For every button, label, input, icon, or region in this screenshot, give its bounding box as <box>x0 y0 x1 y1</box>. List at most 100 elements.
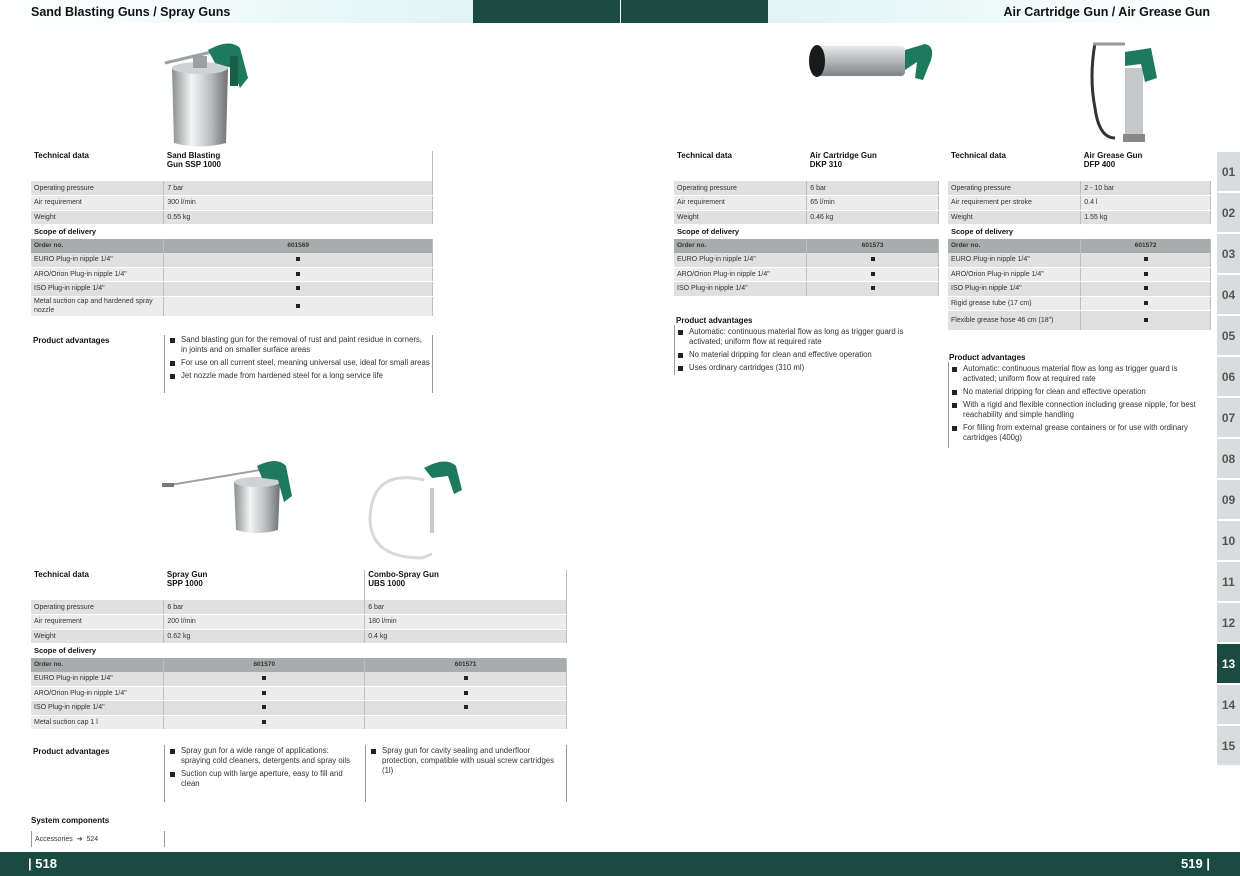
chapter-tab-10[interactable]: 10 <box>1217 521 1240 560</box>
chapter-tab-14[interactable]: 14 <box>1217 685 1240 724</box>
spec-value: 2 - 10 bar <box>1080 181 1211 196</box>
product-advantages-label: Product advantages <box>949 353 1026 362</box>
spec-label: Weight <box>674 210 808 225</box>
chapter-tab-08[interactable]: 08 <box>1217 439 1240 478</box>
product-name-line1: Combo-Spray Gun <box>368 570 439 579</box>
scope-item: ARO/Orion Plug-in nipple 1/4" <box>948 267 1082 282</box>
square-bullet-icon <box>163 296 433 317</box>
tech-data-label: Technical data <box>31 570 164 600</box>
advantage-item: No material dripping for clean and effec… <box>950 387 1208 397</box>
product-name-line1: Air Cartridge Gun <box>809 151 877 160</box>
product-name: Air Grease Gun DFP 400 <box>1080 151 1211 181</box>
scope-label: Scope of delivery <box>948 224 1211 239</box>
divider <box>31 831 32 847</box>
dkp-spec-table: Technical data Air Cartridge Gun DKP 310 … <box>674 151 939 297</box>
chapter-tab-12[interactable]: 12 <box>1217 603 1240 642</box>
header-dark-block <box>473 0 620 23</box>
divider <box>365 745 366 802</box>
divider <box>566 745 567 802</box>
chapter-tab-05[interactable]: 05 <box>1217 316 1240 355</box>
spec-label: Operating pressure <box>31 600 165 615</box>
chapter-tab-04[interactable]: 04 <box>1217 275 1240 314</box>
spec-label: Air requirement <box>31 195 165 211</box>
scope-item: Flexible grease hose 46 cm (18") <box>948 310 1082 331</box>
spec-label: Operating pressure <box>31 181 165 196</box>
page-title-left: Sand Blasting Guns / Spray Guns <box>31 5 231 19</box>
spec-value: 6 bar <box>806 181 939 196</box>
chapter-tab-01[interactable]: 01 <box>1217 152 1240 191</box>
product-name-line2: DFP 400 <box>1083 160 1116 169</box>
accessories-label: Accessories <box>35 836 73 843</box>
square-bullet-icon <box>163 671 366 687</box>
tech-data-label: Technical data <box>31 151 164 181</box>
advantage-item: For use on all current steel, meaning un… <box>168 358 430 368</box>
product-advantages-label: Product advantages <box>676 316 753 325</box>
order-number: 601571 <box>364 657 567 672</box>
product-advantages-label: Product advantages <box>33 336 110 345</box>
square-bullet-icon <box>364 700 567 716</box>
square-bullet-icon <box>806 252 939 268</box>
product-name-line1: Spray Gun <box>166 570 208 579</box>
footer-bar: | 518 519 | <box>0 852 1240 876</box>
spec-value: 0.4 kg <box>364 629 567 644</box>
scope-item: EURO Plug-in nipple 1/4" <box>674 252 808 268</box>
square-bullet-icon <box>1080 267 1211 282</box>
square-bullet-icon <box>1080 281 1211 297</box>
scope-item: Metal suction cap and hardened spray noz… <box>31 296 165 317</box>
advantage-item: No material dripping for clean and effec… <box>676 350 934 360</box>
chapter-tab-15[interactable]: 15 <box>1217 726 1240 765</box>
scope-item: Rigid grease tube (17 cm) <box>948 296 1082 311</box>
chapter-tab-06[interactable]: 06 <box>1217 357 1240 396</box>
spec-label: Weight <box>948 210 1082 225</box>
spec-value: 180 l/min <box>364 614 567 630</box>
divider <box>432 335 433 393</box>
spec-label: Air requirement <box>674 195 808 211</box>
scope-label: Scope of delivery <box>31 643 567 658</box>
chapter-tab-02[interactable]: 02 <box>1217 193 1240 232</box>
order-label: Order no. <box>31 238 165 253</box>
scope-item: EURO Plug-in nipple 1/4" <box>31 671 165 687</box>
spec-value: 300 l/min <box>163 195 433 211</box>
header-dark-block <box>621 0 768 23</box>
spec-value: 1.55 kg <box>1080 210 1211 225</box>
ubs-advantages-list: Spray gun for cavity sealing and underfl… <box>369 746 563 779</box>
divider <box>164 745 165 802</box>
product-name-line2: Gun SSP 1000 <box>166 160 221 169</box>
ssp-advantages-list: Sand blasting gun for the removal of rus… <box>168 335 430 384</box>
product-name-line1: Air Grease Gun <box>1083 151 1143 160</box>
scope-label: Scope of delivery <box>674 224 939 239</box>
product-name-line2: SPP 1000 <box>166 579 203 588</box>
spec-label: Operating pressure <box>674 181 808 196</box>
spec-value: 0.4 l <box>1080 195 1211 211</box>
square-bullet-icon <box>1080 310 1211 331</box>
dkp-advantages-list: Automatic: continuous material flow as l… <box>676 327 934 376</box>
chapter-tab-03[interactable]: 03 <box>1217 234 1240 273</box>
square-bullet-icon <box>806 267 939 282</box>
advantage-item: Spray gun for cavity sealing and underfl… <box>369 746 563 776</box>
spec-value: 6 bar <box>163 600 366 615</box>
page-number-left: | 518 <box>28 856 57 871</box>
divider <box>164 831 165 847</box>
spec-value: 0.46 kg <box>806 210 939 225</box>
empty-cell <box>364 715 567 730</box>
advantage-item: Jet nozzle made from hardened steel for … <box>168 371 430 381</box>
tech-data-label: Technical data <box>674 151 807 181</box>
product-name: Air Cartridge Gun DKP 310 <box>806 151 939 181</box>
spec-value: 0.55 kg <box>163 210 433 225</box>
square-bullet-icon <box>163 267 433 282</box>
scope-item: ARO/Orion Plug-in nipple 1/4" <box>31 686 165 701</box>
spp-advantages-list: Spray gun for a wide range of applicatio… <box>168 746 360 792</box>
square-bullet-icon <box>1080 296 1211 311</box>
air-grease-gun-image <box>1090 42 1157 142</box>
accessories-link[interactable]: Accessories ➔ 524 <box>35 835 98 843</box>
chapter-tab-09[interactable]: 09 <box>1217 480 1240 519</box>
divider <box>674 325 675 375</box>
advantage-item: Automatic: continuous material flow as l… <box>676 327 934 347</box>
chapter-tab-07[interactable]: 07 <box>1217 398 1240 437</box>
scope-item: ISO Plug-in nipple 1/4" <box>674 281 808 297</box>
square-bullet-icon <box>1080 252 1211 268</box>
chapter-tab-11[interactable]: 11 <box>1217 562 1240 601</box>
spec-label: Operating pressure <box>948 181 1082 196</box>
chapter-tab-13[interactable]: 13 <box>1217 644 1240 683</box>
advantage-item: Automatic: continuous material flow as l… <box>950 364 1208 384</box>
